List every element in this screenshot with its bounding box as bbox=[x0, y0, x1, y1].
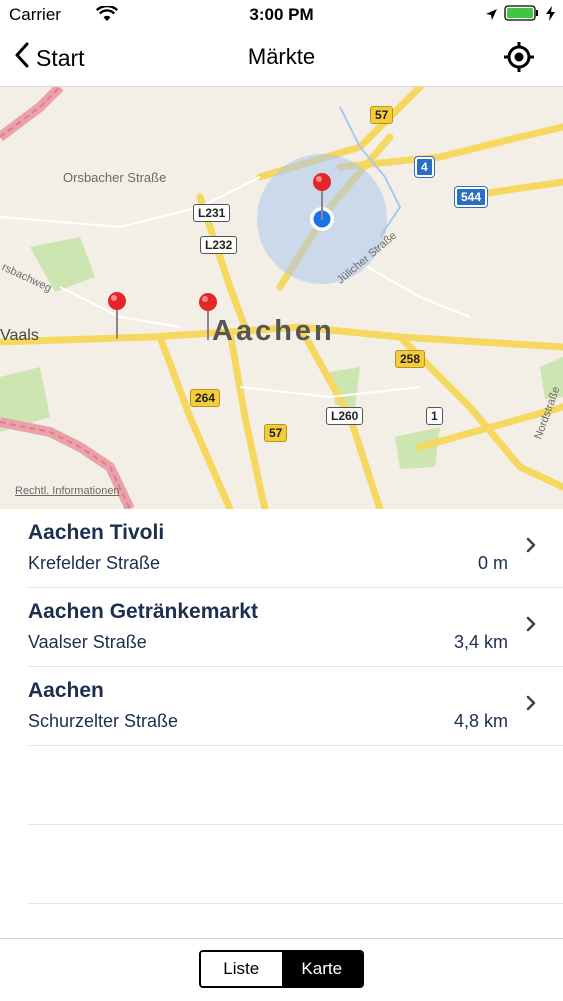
road-shield: L260 bbox=[326, 407, 364, 425]
road-shield: 57 bbox=[370, 106, 394, 124]
list-item[interactable]: Aachen Schurzelter Straße 4,8 km bbox=[28, 667, 563, 746]
location-arrow-icon bbox=[485, 6, 498, 26]
road-shield: 4 bbox=[415, 157, 434, 177]
list-item[interactable]: Aachen Getränkemarkt Vaalser Straße 3,4 … bbox=[28, 588, 563, 667]
road-shield: 264 bbox=[190, 389, 221, 407]
market-distance: 0 m bbox=[477, 553, 508, 573]
list-item[interactable]: Aachen Tivoli Krefelder Straße 0 m bbox=[28, 509, 563, 588]
navigation-bar: Start Märkte bbox=[0, 30, 563, 87]
legal-info-link[interactable]: Rechtl. Informationen bbox=[15, 485, 120, 497]
market-list: Aachen Tivoli Krefelder Straße 0 m Aache… bbox=[0, 509, 563, 904]
road-shield: 1 bbox=[426, 407, 443, 425]
empty-row bbox=[28, 825, 563, 904]
status-icons bbox=[485, 5, 555, 26]
road-shield: L232 bbox=[200, 236, 238, 254]
market-name: Aachen Getränkemarkt bbox=[28, 600, 258, 623]
road-shield: 57 bbox=[264, 424, 288, 442]
charging-bolt-icon bbox=[546, 5, 555, 26]
road-shield: L231 bbox=[193, 204, 231, 222]
locate-me-button[interactable] bbox=[503, 41, 535, 78]
clock: 3:00 PM bbox=[249, 5, 314, 24]
map-city-label: Aachen bbox=[212, 315, 335, 347]
road-shield: 544 bbox=[455, 187, 488, 207]
page-title: Märkte bbox=[247, 44, 316, 69]
segment-map[interactable]: Karte bbox=[281, 952, 362, 986]
view-segmented-control: Liste Karte bbox=[199, 950, 364, 988]
market-distance: 4,8 km bbox=[453, 711, 508, 731]
market-distance: 3,4 km bbox=[453, 632, 508, 652]
market-street: Krefelder Straße bbox=[28, 553, 161, 573]
map-label-vaals: Vaals bbox=[0, 327, 39, 344]
bottom-toolbar: Liste Karte bbox=[0, 938, 563, 1001]
chevron-right-icon bbox=[526, 537, 536, 558]
market-street: Vaalser Straße bbox=[28, 632, 147, 652]
road-shield: 258 bbox=[395, 350, 426, 368]
market-name: Aachen bbox=[28, 679, 104, 702]
segment-list[interactable]: Liste bbox=[201, 952, 282, 986]
chevron-right-icon bbox=[526, 695, 536, 716]
map-roads bbox=[0, 87, 563, 509]
empty-row bbox=[28, 746, 563, 825]
map-label-orsbacher: Orsbacher Straße bbox=[63, 170, 167, 185]
status-bar: Carrier 3:00 PM bbox=[0, 0, 563, 30]
map-view[interactable]: Orsbacher Straße Jülicher Straße Vaals N… bbox=[0, 87, 563, 509]
market-name: Aachen Tivoli bbox=[28, 521, 165, 544]
crosshair-icon bbox=[503, 42, 535, 77]
market-street: Schurzelter Straße bbox=[28, 711, 179, 731]
chevron-right-icon bbox=[526, 616, 536, 637]
battery-icon bbox=[504, 5, 540, 26]
